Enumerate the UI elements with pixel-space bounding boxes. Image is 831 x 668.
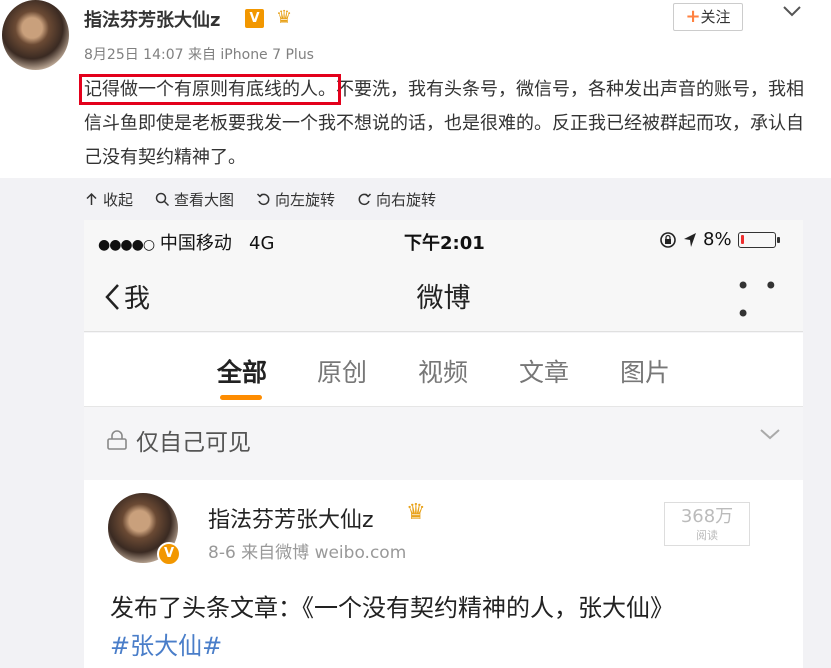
tab-bar: 全部 原创 视频 文章 图片: [84, 333, 803, 407]
privacy-label-group: 仅自己可见: [106, 423, 251, 457]
battery-fill: [740, 234, 744, 244]
post-body: 记得做一个有原则有底线的人。不要洗，我有头条号，微信号，各种发出声音的账号，我相…: [79, 73, 804, 175]
tab-all[interactable]: 全部: [217, 353, 267, 389]
privacy-label: 仅自己可见: [136, 430, 251, 456]
chevron-down-icon[interactable]: [758, 426, 782, 442]
collapse-button[interactable]: 收起: [84, 189, 133, 210]
card-username[interactable]: 指法芬芳张大仙z: [208, 502, 374, 534]
follow-label: 关注: [700, 8, 731, 26]
highlighted-text: 记得做一个有原则有底线的人。: [79, 74, 341, 105]
view-large-button[interactable]: 查看大图: [155, 189, 234, 210]
rotate-right-icon: [358, 192, 372, 205]
battery-icon: [737, 231, 780, 248]
battery-percent: 8%: [703, 229, 732, 250]
verified-badge-icon: V: [157, 542, 181, 566]
card-text[interactable]: 发布了头条文章：《一个没有契约精神的人，张大仙》: [110, 590, 800, 626]
read-count: 368万: [680, 506, 734, 527]
rotate-left-label: 向左旋转: [275, 190, 336, 209]
crown-icon: ♛: [276, 7, 293, 28]
collapse-label: 收起: [103, 190, 134, 209]
tab-image[interactable]: 图片: [620, 353, 670, 389]
hashtag-link[interactable]: #张大仙#: [110, 626, 222, 661]
carrier-name: 中国移动: [159, 233, 232, 254]
weibo-card[interactable]: V 指法芬芳张大仙z ♛ 8-6 来自微博 weibo.com 368万 阅读 …: [84, 480, 803, 668]
tab-video[interactable]: 视频: [418, 353, 468, 389]
author-avatar[interactable]: [2, 0, 69, 70]
rotate-right-label: 向右旋转: [376, 190, 437, 209]
follow-button[interactable]: +关注: [673, 3, 743, 31]
nav-bar: 我 微博 • • •: [84, 258, 803, 332]
lock-icon: [107, 430, 127, 450]
rotate-left-button[interactable]: 向左旋转: [256, 189, 335, 210]
status-right: 8%: [659, 229, 780, 250]
author-username[interactable]: 指法芬芳张大仙z: [84, 6, 220, 32]
image-toolbar: 收起 查看大图 向左旋转 向右旋转: [84, 186, 436, 212]
post-meta: 8月25日 14:07 来自 iPhone 7 Plus: [84, 47, 314, 63]
plus-icon: +: [685, 6, 701, 27]
nav-title: 微博: [416, 283, 471, 314]
tab-original[interactable]: 原创: [317, 353, 367, 389]
more-icon[interactable]: • • •: [736, 272, 803, 328]
location-icon: [684, 232, 696, 247]
view-large-label: 查看大图: [174, 190, 235, 209]
rotate-right-button[interactable]: 向右旋转: [357, 189, 436, 210]
chevron-down-icon[interactable]: [781, 2, 803, 20]
read-count-badge: 368万 阅读: [664, 502, 750, 546]
rotation-lock-icon: [660, 231, 676, 248]
privacy-row[interactable]: 仅自己可见: [84, 408, 803, 470]
crown-icon: ♛: [406, 500, 426, 525]
embedded-screenshot[interactable]: ●●●●○ 中国移动 4G 下午2:01 8% 我 微博 • • • 全部 原创…: [84, 220, 803, 668]
carrier-info: ●●●●○ 中国移动 4G: [98, 229, 274, 255]
active-tab-indicator: [220, 395, 262, 400]
status-bar: ●●●●○ 中国移动 4G 下午2:01 8%: [84, 220, 803, 258]
signal-icon: ●●●●○: [98, 237, 155, 253]
rotate-left-icon: [257, 192, 270, 205]
status-time: 下午2:01: [404, 233, 485, 254]
search-icon: [155, 192, 170, 206]
card-meta: 8-6 来自微博 weibo.com: [208, 543, 407, 563]
read-label: 阅读: [696, 529, 718, 542]
collapse-icon: [86, 192, 97, 205]
tab-article[interactable]: 文章: [519, 353, 569, 389]
network-type: 4G: [249, 233, 275, 254]
verified-badge-icon: V: [245, 9, 264, 28]
